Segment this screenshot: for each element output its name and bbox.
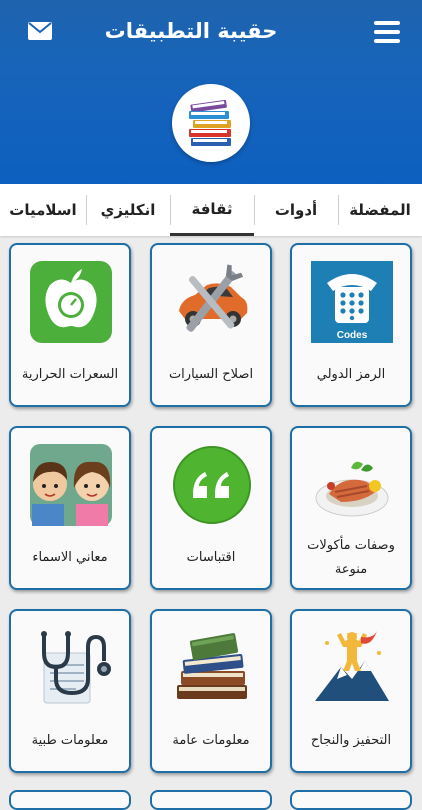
app-card-partial[interactable] xyxy=(290,790,412,810)
phone-codes-icon: Codes xyxy=(311,261,393,343)
tab-tools[interactable]: أدوات xyxy=(254,184,338,236)
app-card-international-codes[interactable]: Codes الرمز الدولي xyxy=(290,243,412,407)
app-label: اقتباسات xyxy=(186,550,236,565)
car-repair-icon xyxy=(179,264,248,332)
app-card-medical-info[interactable]: معلومات طبية xyxy=(9,609,131,773)
codes-text: Codes xyxy=(337,330,368,341)
app-card-motivation[interactable]: التحفيز والنجاح xyxy=(290,609,412,773)
tab-culture[interactable]: ثقافة xyxy=(170,184,254,236)
books-icon xyxy=(177,633,247,699)
app-title: حقيبة التطبيقات xyxy=(104,19,278,43)
app-label: السعرات الحرارية xyxy=(21,367,119,382)
tab-label: اسلاميات xyxy=(9,201,77,219)
app-card-partial[interactable] xyxy=(9,790,131,810)
app-label: معاني الاسماء xyxy=(32,550,108,565)
kids-icon xyxy=(30,444,112,526)
app-card-quotes[interactable]: اقتباسات xyxy=(150,426,272,590)
tab-divider xyxy=(338,195,339,225)
books-stack-icon xyxy=(189,99,231,146)
app-card-recipes[interactable]: وصفات مأكولات منوعة xyxy=(290,426,412,590)
tab-label: المفضلة xyxy=(349,201,411,219)
app-card-general-info[interactable]: معلومات عامة xyxy=(150,609,272,773)
app-label: معلومات طبية xyxy=(31,733,109,748)
mail-icon[interactable] xyxy=(28,22,52,40)
food-plate-icon xyxy=(315,461,389,517)
app-label: وصفات مأكولات منوعة xyxy=(307,538,395,577)
hamburger-menu-icon[interactable] xyxy=(374,21,400,43)
app-label: الرمز الدولي xyxy=(316,367,386,382)
tab-divider xyxy=(86,195,87,225)
tab-divider xyxy=(170,195,171,225)
stethoscope-icon xyxy=(41,631,111,704)
tab-label: أدوات xyxy=(274,201,318,219)
tab-favorites[interactable]: المفضلة xyxy=(338,184,422,236)
app-label: التحفيز والنجاح xyxy=(310,733,392,748)
tab-islamic[interactable]: اسلاميات xyxy=(0,184,86,236)
tab-english[interactable]: انكليزي xyxy=(86,184,170,236)
category-tabs: المفضلة أدوات ثقافة انكليزي اسلاميات xyxy=(0,184,422,236)
app-bar: حقيبة التطبيقات xyxy=(0,0,422,184)
app-card-partial[interactable] xyxy=(150,790,272,810)
tab-label: انكليزي xyxy=(100,201,156,219)
app-card-car-repair[interactable]: اصلاح السيارات xyxy=(150,243,272,407)
app-card-name-meanings[interactable]: معاني الاسماء xyxy=(9,426,131,590)
app-label: اصلاح السيارات xyxy=(168,367,254,382)
tab-divider xyxy=(254,195,255,225)
tab-label: ثقافة xyxy=(191,199,233,218)
quote-icon xyxy=(173,446,251,524)
app-label: معلومات عامة xyxy=(172,733,250,748)
app-logo xyxy=(172,84,250,162)
success-mountain-icon xyxy=(315,631,389,701)
apple-scale-icon xyxy=(30,261,112,343)
app-card-calories[interactable]: السعرات الحرارية xyxy=(9,243,131,407)
